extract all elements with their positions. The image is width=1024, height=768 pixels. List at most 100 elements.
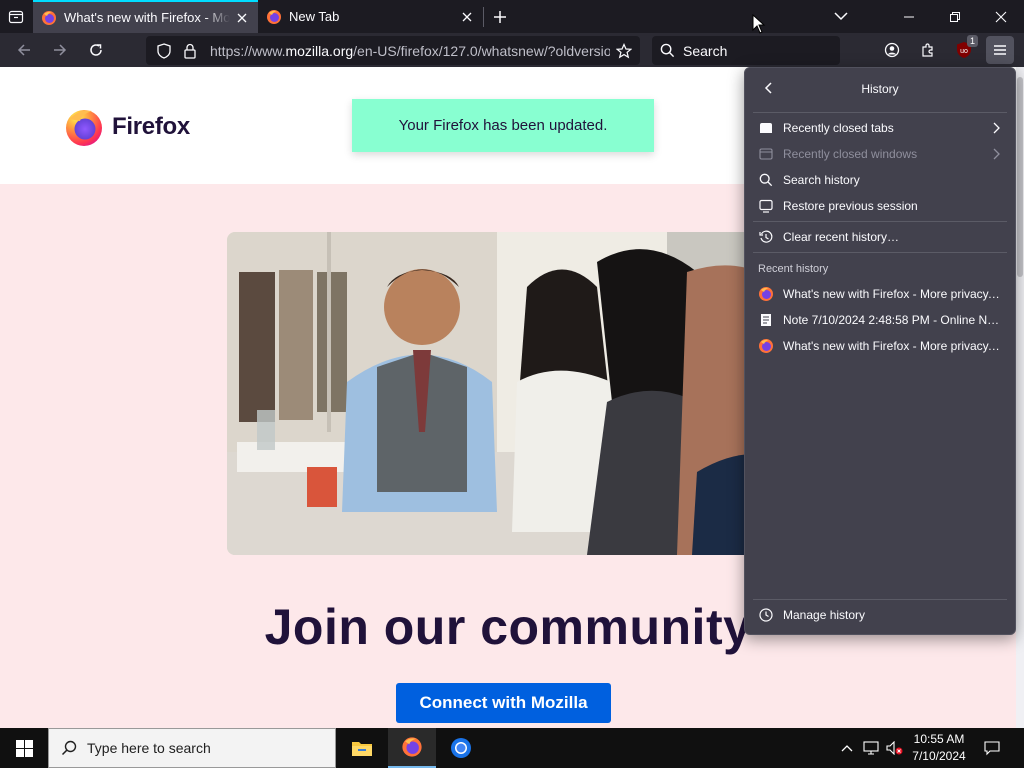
minimize-icon xyxy=(904,16,914,17)
puzzle-piece-icon xyxy=(922,43,933,57)
firefox-view-icon xyxy=(8,10,24,24)
firefox-logo-icon xyxy=(66,110,102,146)
clock-time: 10:55 AM xyxy=(913,732,965,746)
navigation-toolbar: https://www.mozilla.org/en-US/firefox/12… xyxy=(0,33,1024,67)
chevron-down-icon xyxy=(834,12,848,21)
list-all-tabs-button[interactable] xyxy=(828,4,854,28)
hamburger-menu-icon xyxy=(994,45,1006,55)
account-button[interactable] xyxy=(878,36,906,64)
firefox-view-button[interactable] xyxy=(4,5,28,29)
chevron-right-icon xyxy=(989,120,1005,136)
minimize-button[interactable] xyxy=(886,0,932,33)
notification-icon xyxy=(984,741,1000,756)
recent-history-label: Recent history xyxy=(758,263,829,275)
firefox-logo[interactable]: Firefox xyxy=(64,107,190,147)
close-icon xyxy=(462,12,472,21)
forward-button[interactable] xyxy=(46,36,74,64)
ublock-badge: 1 xyxy=(966,35,978,47)
item-label: What's new with Firefox - More privacy, … xyxy=(783,287,1003,301)
panel-back-button[interactable] xyxy=(759,78,779,98)
recent-history-entry[interactable]: Note 7/10/2024 2:48:58 PM - Online Notep… xyxy=(745,307,1015,333)
firefox-taskbar-button[interactable] xyxy=(388,728,436,768)
search-history-item[interactable]: Search history xyxy=(745,167,1015,193)
item-label: Recently closed windows xyxy=(783,147,918,161)
community-photo xyxy=(227,232,789,555)
divider xyxy=(753,252,1007,253)
item-label: Restore previous session xyxy=(783,199,918,213)
extensions-button[interactable] xyxy=(914,36,942,64)
search-bar[interactable]: Search xyxy=(652,36,840,65)
new-tab-button[interactable] xyxy=(488,5,512,29)
tab-whats-new[interactable]: What's new with Firefox - More privacy, … xyxy=(33,0,258,33)
windows-logo-icon xyxy=(15,739,33,757)
reload-button[interactable] xyxy=(82,36,110,64)
tab-title: New Tab xyxy=(289,9,340,24)
tracking-protection-shield-icon[interactable] xyxy=(154,41,174,61)
chrome-icon xyxy=(451,738,471,758)
scrollbar-thumb[interactable] xyxy=(1017,77,1023,277)
clear-recent-history-item[interactable]: Clear recent history… xyxy=(745,224,1015,250)
close-window-button[interactable] xyxy=(978,0,1024,33)
action-center-button[interactable] xyxy=(978,728,1006,768)
close-icon xyxy=(995,11,1007,22)
divider xyxy=(753,221,1007,222)
mouse-cursor-icon xyxy=(752,14,766,34)
star-icon xyxy=(616,43,632,59)
network-icon xyxy=(863,741,879,755)
tab-separator xyxy=(483,7,484,27)
volume-button[interactable] xyxy=(884,728,906,768)
connect-with-mozilla-button[interactable]: Connect with Mozilla xyxy=(396,683,611,723)
network-button[interactable] xyxy=(860,728,882,768)
url-text[interactable]: https://www.mozilla.org/en-US/firefox/12… xyxy=(210,43,610,59)
ublock-origin-button[interactable]: uo 1 xyxy=(950,35,978,64)
item-label: What's new with Firefox - More privacy, … xyxy=(783,339,1003,353)
search-placeholder: Search xyxy=(683,42,728,59)
taskbar-clock[interactable]: 10:55 AM 7/10/2024 xyxy=(906,731,972,765)
restore-icon xyxy=(758,198,774,214)
taskbar-search-box[interactable]: Type here to search xyxy=(48,728,336,768)
tab-title: What's new with Firefox - More privacy, … xyxy=(64,10,230,25)
window-icon xyxy=(758,146,774,162)
app-menu-button[interactable] xyxy=(986,36,1014,64)
windows-taskbar: Type here to search 10:55 AM 7/10/2024 xyxy=(0,728,1024,768)
search-icon xyxy=(660,43,675,58)
lock-icon[interactable] xyxy=(180,41,200,61)
bookmark-star-button[interactable] xyxy=(612,39,636,63)
clear-history-icon xyxy=(758,229,774,245)
panel-title: History xyxy=(861,82,899,96)
show-hidden-icons-button[interactable] xyxy=(838,728,856,768)
manage-history-item[interactable]: Manage history xyxy=(745,602,1015,628)
folder-icon xyxy=(352,742,372,756)
firefox-icon xyxy=(758,338,774,354)
recent-history-entry[interactable]: What's new with Firefox - More privacy, … xyxy=(745,281,1015,307)
panel-header: History xyxy=(745,68,1015,110)
start-button[interactable] xyxy=(0,728,48,768)
file-explorer-button[interactable] xyxy=(338,728,386,768)
firefox-icon xyxy=(402,737,422,757)
divider xyxy=(753,599,1007,600)
tab-new-tab[interactable]: New Tab xyxy=(258,0,483,33)
search-icon xyxy=(61,740,77,756)
speaker-muted-icon xyxy=(886,741,903,755)
item-label: Search history xyxy=(783,173,860,187)
restore-button[interactable] xyxy=(932,0,978,33)
firefox-icon xyxy=(267,9,281,24)
close-icon xyxy=(237,13,247,22)
back-button[interactable] xyxy=(10,36,38,64)
restore-previous-session-item[interactable]: Restore previous session xyxy=(745,193,1015,219)
page-scrollbar[interactable] xyxy=(1016,67,1024,728)
reload-icon xyxy=(90,44,102,56)
clock-icon xyxy=(758,607,774,623)
url-bar[interactable]: https://www.mozilla.org/en-US/firefox/12… xyxy=(146,36,640,65)
divider xyxy=(753,112,1007,113)
item-label: Clear recent history… xyxy=(783,230,900,244)
firefox-wordmark: Firefox xyxy=(112,113,190,140)
recent-history-entry[interactable]: What's new with Firefox - More privacy, … xyxy=(745,333,1015,359)
url-prefix: https://www. xyxy=(210,42,286,59)
item-label: Manage history xyxy=(783,608,866,622)
chrome-taskbar-button[interactable] xyxy=(437,728,485,768)
close-tab-button[interactable] xyxy=(459,9,475,25)
close-tab-button[interactable] xyxy=(234,10,250,26)
url-path: /en-US/firefox/127.0/whatsnew/?oldversio… xyxy=(353,42,610,59)
recently-closed-tabs-item[interactable]: Recently closed tabs xyxy=(745,115,1015,141)
